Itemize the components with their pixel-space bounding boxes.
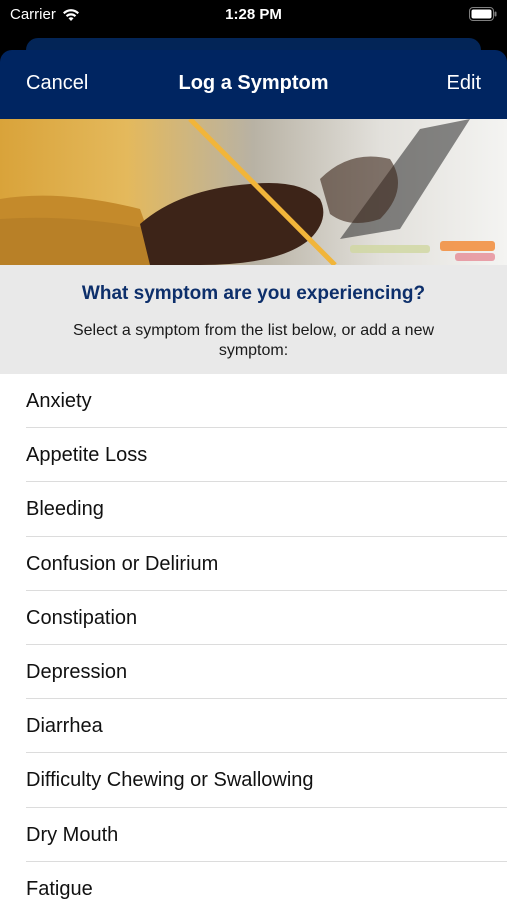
symptom-list-item[interactable]: Bleeding [0,482,507,537]
symptom-label: Fatigue [26,877,93,900]
symptom-list-item[interactable]: Difficulty Chewing or Swallowing [0,753,507,808]
symptom-prompt: What symptom are you experiencing? Selec… [0,265,507,374]
symptom-label: Depression [26,660,128,683]
symptom-list-item[interactable]: Diarrhea [0,699,507,754]
page-title: Log a Symptom [178,72,329,94]
edit-button[interactable]: Edit [447,72,481,95]
symptom-list-item[interactable]: Fatigue [0,862,507,900]
symptom-list-item[interactable]: Depression [0,645,507,700]
symptom-list-item[interactable]: Confusion or Delirium [0,537,507,591]
symptom-label: Confusion or Delirium [26,552,219,575]
symptom-label: Anxiety [26,390,92,412]
prompt-question: What symptom are you experiencing? [81,283,426,304]
symptom-list-item[interactable]: Anxiety [0,374,507,429]
clock: 1:28 PM [225,6,282,23]
symptom-list-item[interactable]: Dry Mouth [0,808,507,862]
navigation-bar: Cancel Log a Symptom Edit [0,50,507,119]
battery-icon [469,7,497,25]
symptom-list-item[interactable]: Constipation [0,591,507,645]
symptom-label: Dry Mouth [26,823,119,846]
status-bar: Carrier 1:28 PM [0,0,507,30]
hero-image [0,119,507,265]
symptom-label: Appetite Loss [26,444,148,467]
symptom-label: Diarrhea [26,715,103,738]
symptom-label: Constipation [26,606,138,629]
hero-illustration [0,119,507,265]
prompt-instructions: Select a symptom from the list below, or… [72,322,435,359]
symptom-list: Anxiety Appetite Loss Bleeding Confusion… [0,374,507,900]
symptom-label: Bleeding [26,498,104,521]
symptom-list-item[interactable]: Appetite Loss [0,428,507,483]
symptom-label: Difficulty Chewing or Swallowing [26,769,314,792]
